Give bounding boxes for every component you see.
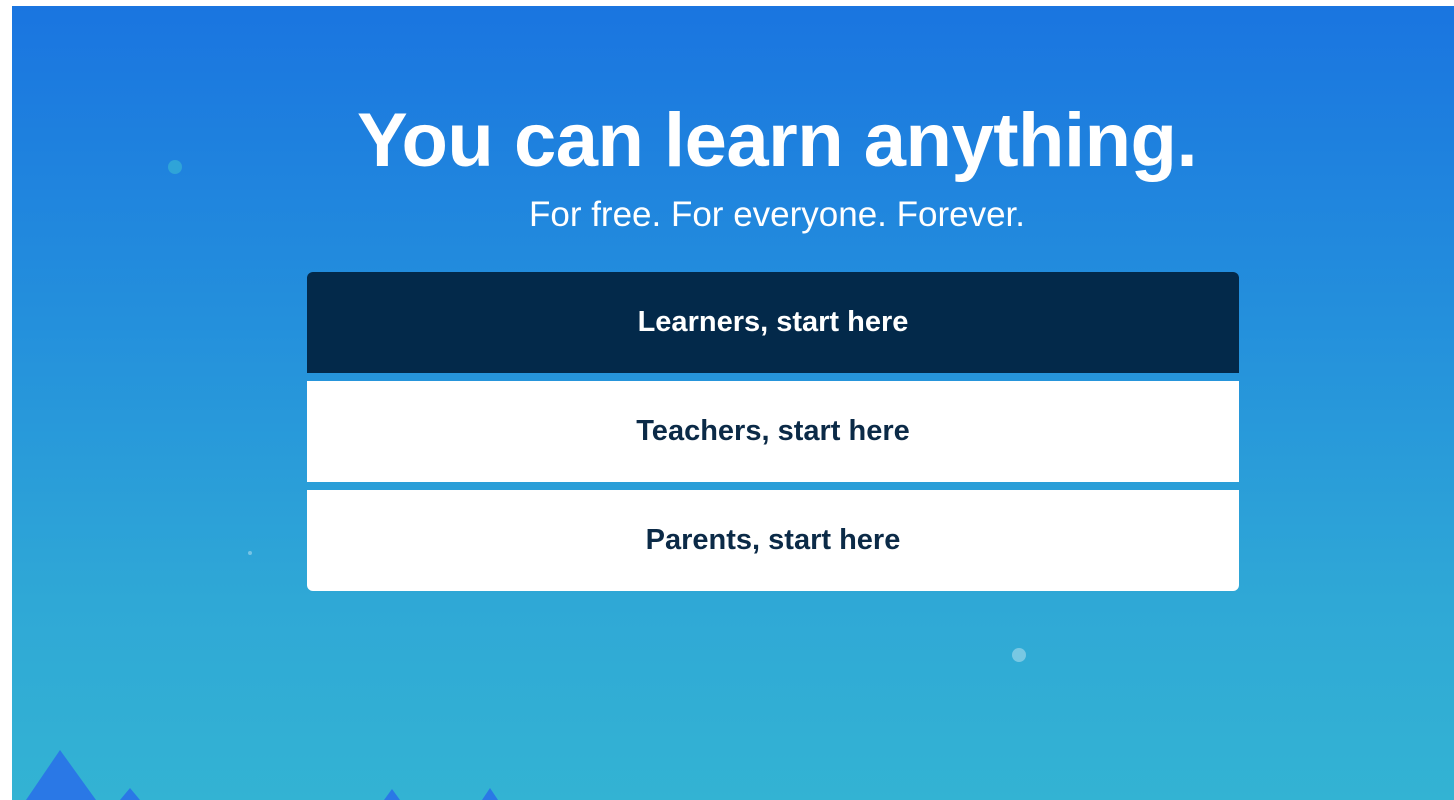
mountain-shape <box>26 750 96 800</box>
mountain-shape <box>384 789 400 800</box>
hero-title: You can learn anything. <box>356 98 1198 183</box>
hero-subtitle: For free. For everyone. Forever. <box>528 195 1025 234</box>
hero-section: You can learn anything. For free. For ev… <box>12 6 1454 800</box>
teachers-start-button[interactable]: Teachers, start here <box>307 381 1239 482</box>
parents-start-button[interactable]: Parents, start here <box>307 490 1239 591</box>
decorative-dot <box>1012 648 1026 662</box>
mountain-shape <box>120 788 140 800</box>
mountain-shape <box>482 788 498 800</box>
decorative-dot <box>248 551 252 555</box>
mountains-illustration <box>26 750 498 800</box>
learners-start-button[interactable]: Learners, start here <box>307 272 1239 373</box>
audience-selector: Learners, start here Teachers, start her… <box>307 272 1239 591</box>
